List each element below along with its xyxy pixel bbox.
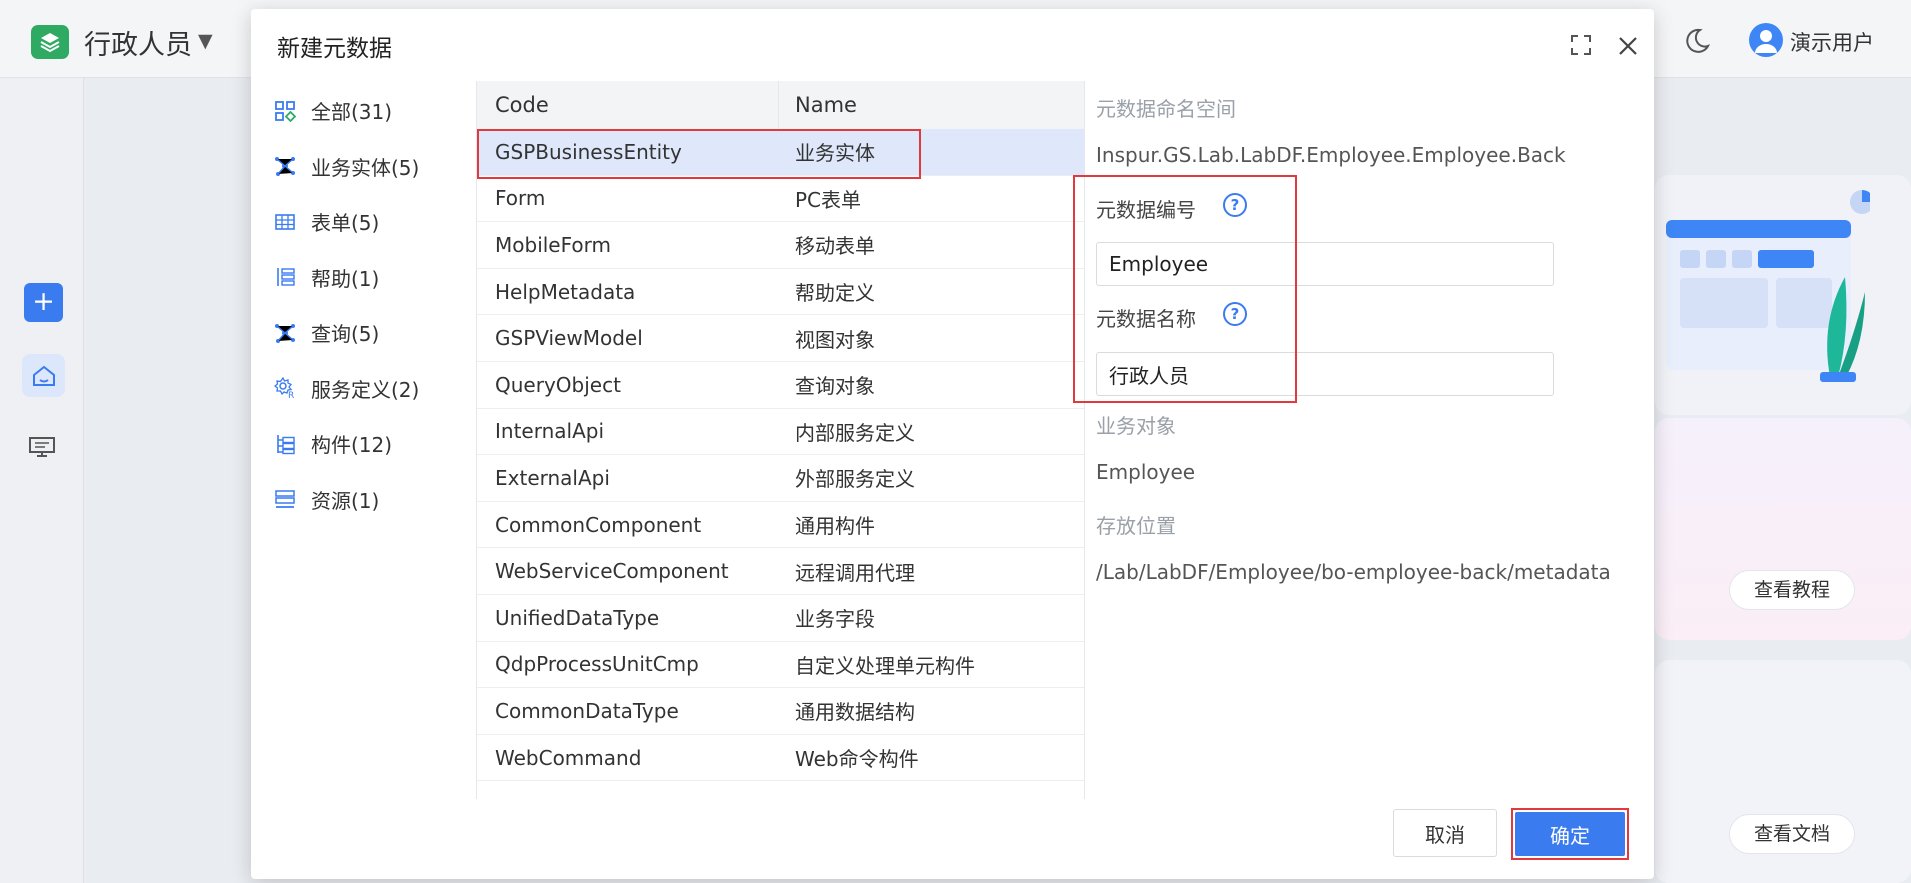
- column-header-name: Name: [795, 93, 857, 117]
- cell-code: QdpProcessUnitCmp: [495, 652, 699, 677]
- service-gear-icon: R: [273, 376, 297, 400]
- dashboard-illustration: [1660, 182, 1874, 401]
- cell-name: PC表单: [795, 187, 862, 212]
- view-tutorial-button[interactable]: 查看教程: [1729, 570, 1855, 610]
- close-icon[interactable]: [1617, 35, 1639, 61]
- cell-code: InternalApi: [495, 419, 605, 444]
- category-label: 查询(5): [311, 322, 380, 347]
- app-logo-icon: [31, 25, 69, 59]
- user-name[interactable]: 演示用户: [1790, 27, 1874, 57]
- cell-code: HelpMetadata: [495, 279, 636, 304]
- monitor-icon[interactable]: [28, 435, 56, 463]
- grid-icon: [273, 99, 297, 123]
- app-title[interactable]: 行政人员: [84, 23, 192, 62]
- resource-icon: [273, 487, 297, 511]
- category-all[interactable]: 全部(31): [273, 83, 493, 139]
- table-row[interactable]: CommonComponent 通用构件: [477, 502, 1084, 549]
- side-rail: +: [0, 78, 84, 883]
- category-help[interactable]: 帮助(1): [273, 250, 493, 306]
- table-row[interactable]: WebCommand Web命令构件: [477, 735, 1084, 782]
- cell-code: CommonComponent: [495, 512, 702, 537]
- table-row[interactable]: GSPViewModel 视图对象: [477, 315, 1084, 362]
- category-label: 全部(31): [311, 100, 393, 125]
- table-row[interactable]: HelpMetadata 帮助定义: [477, 269, 1084, 316]
- location-label: 存放位置: [1096, 514, 1176, 538]
- cell-code: QueryObject: [495, 372, 621, 397]
- cell-name: 查询对象: [795, 374, 875, 399]
- table-row[interactable]: QdpProcessUnitCmp 自定义处理单元构件: [477, 642, 1084, 689]
- svg-text:R: R: [288, 391, 294, 399]
- category-business-entity[interactable]: 业务实体(5): [273, 139, 493, 195]
- category-list: 全部(31) 业务实体(5) 表单(5) 帮助(1) 查询(5) R 服务定义(…: [273, 83, 493, 527]
- cell-name: 移动表单: [795, 234, 875, 259]
- chevron-down-icon[interactable]: ▼: [198, 30, 213, 52]
- component-tree-icon: [273, 432, 297, 456]
- new-metadata-dialog: 新建元数据 全部(31) 业务实体(5) 表单(5) 帮助(1) 查询(5) R…: [251, 9, 1654, 879]
- dialog-title: 新建元数据: [277, 36, 392, 62]
- query-network-icon: [273, 321, 297, 345]
- expand-icon[interactable]: [1569, 33, 1593, 61]
- cell-code: ExternalApi: [495, 465, 610, 490]
- category-label: 服务定义(2): [311, 377, 420, 402]
- category-label: 帮助(1): [311, 266, 380, 291]
- namespace-label: 元数据命名空间: [1096, 97, 1236, 121]
- add-button[interactable]: +: [24, 283, 63, 322]
- category-query[interactable]: 查询(5): [273, 305, 493, 361]
- cell-code: UnifiedDataType: [495, 605, 660, 630]
- cancel-button[interactable]: 取消: [1393, 809, 1497, 857]
- table-row[interactable]: WebServiceComponent 远程调用代理: [477, 548, 1084, 595]
- table-row[interactable]: QueryObject 查询对象: [477, 362, 1084, 409]
- category-component[interactable]: 构件(12): [273, 416, 493, 472]
- view-docs-button[interactable]: 查看文档: [1729, 814, 1855, 854]
- column-header-code: Code: [477, 81, 779, 129]
- help-list-icon: [273, 265, 297, 289]
- cell-name: 帮助定义: [795, 281, 875, 306]
- table-row[interactable]: InternalApi 内部服务定义: [477, 409, 1084, 456]
- cell-name: 内部服务定义: [795, 420, 915, 445]
- category-form[interactable]: 表单(5): [273, 194, 493, 250]
- highlight-box: [477, 129, 921, 179]
- cell-name: 通用数据结构: [795, 700, 915, 725]
- category-service[interactable]: R 服务定义(2): [273, 361, 493, 417]
- cell-code: WebCommand: [495, 745, 642, 770]
- table-header: Code Name: [477, 81, 1084, 129]
- table-icon: [273, 210, 297, 234]
- cell-name: 业务字段: [795, 607, 875, 632]
- table-row[interactable]: UnifiedDataType 业务字段: [477, 595, 1084, 642]
- cell-code: Form: [495, 186, 546, 211]
- cell-code: CommonDataType: [495, 698, 679, 723]
- highlight-box: [1511, 808, 1629, 860]
- home-icon[interactable]: [22, 354, 65, 397]
- category-label: 资源(1): [311, 488, 380, 513]
- location-value: /Lab/LabDF/Employee/bo-employee-back/met…: [1096, 560, 1611, 584]
- table-row[interactable]: Form PC表单: [477, 176, 1084, 223]
- cell-name: 远程调用代理: [795, 560, 915, 585]
- cell-name: 外部服务定义: [795, 467, 915, 492]
- avatar[interactable]: [1749, 23, 1783, 57]
- cell-code: GSPViewModel: [495, 326, 643, 351]
- category-label: 构件(12): [311, 433, 393, 458]
- table-row[interactable]: CommonDataType 通用数据结构: [477, 688, 1084, 735]
- category-resource[interactable]: 资源(1): [273, 472, 493, 528]
- cell-name: 通用构件: [795, 514, 875, 539]
- cell-name: Web命令构件: [795, 747, 919, 772]
- cell-name: 自定义处理单元构件: [795, 653, 975, 678]
- business-object-label: 业务对象: [1096, 414, 1176, 438]
- table-row[interactable]: ExternalApi 外部服务定义: [477, 455, 1084, 502]
- table-row[interactable]: MobileForm 移动表单: [477, 222, 1084, 269]
- cell-code: WebServiceComponent: [495, 559, 729, 584]
- namespace-value: Inspur.GS.Lab.LabDF.Employee.Employee.Ba…: [1096, 143, 1566, 167]
- category-label: 业务实体(5): [311, 155, 420, 180]
- moon-icon[interactable]: [1682, 26, 1712, 60]
- network-icon: [273, 154, 297, 178]
- business-object-value: Employee: [1096, 460, 1196, 484]
- metadata-type-table: Code Name GSPBusinessEntity 业务实体 Form PC表单…: [476, 81, 1085, 799]
- cell-code: MobileForm: [495, 232, 611, 257]
- cell-name: 视图对象: [795, 327, 875, 352]
- highlight-box: [1073, 175, 1297, 403]
- category-label: 表单(5): [311, 211, 380, 236]
